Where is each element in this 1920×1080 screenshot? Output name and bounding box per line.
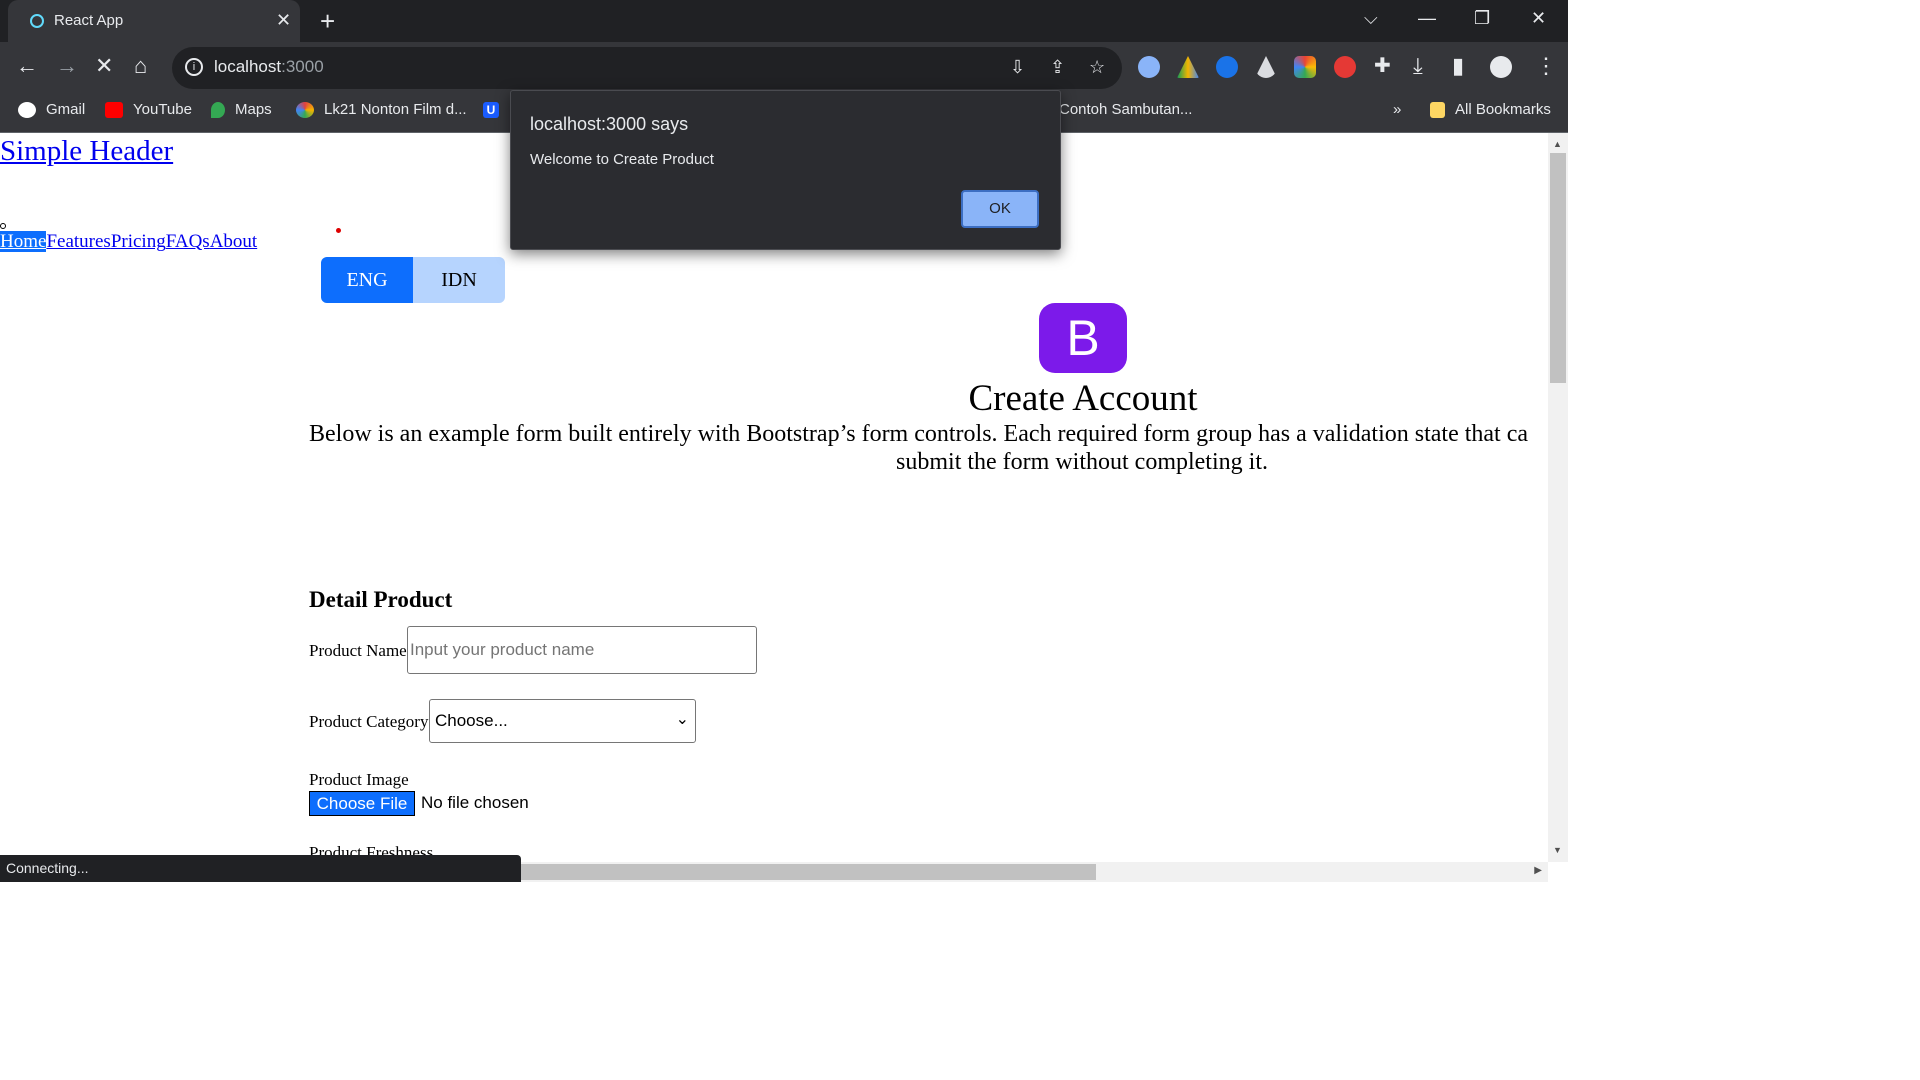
new-tab-icon[interactable]: + xyxy=(320,6,335,37)
folder-icon xyxy=(1430,102,1445,119)
browser-toolbar: ← → ✕ ⌂ i localhost:3000 ⇩ ⇪ ☆ ✚ ⤓ ▮ ⋮ xyxy=(0,42,1568,92)
product-image-label: Product Image xyxy=(309,770,409,789)
lead-line-2: submit the form without completing it. xyxy=(896,449,1268,475)
mountain-extension-icon[interactable] xyxy=(1255,56,1277,78)
side-panel-icon[interactable]: ▮ xyxy=(1452,55,1464,77)
nav-home[interactable]: Home xyxy=(0,231,47,252)
scroll-right-icon[interactable]: ▶ xyxy=(1534,865,1542,876)
url-text: localhost:3000 xyxy=(214,57,324,77)
tab-strip: React App ✕ + ⌵ — ❐ ✕ xyxy=(0,0,1568,42)
product-category-select[interactable]: Choose... ⌄ xyxy=(429,699,696,743)
section-title: Detail Product xyxy=(309,587,453,612)
bookmarks-overflow-icon[interactable]: » xyxy=(1393,101,1401,118)
alert-dialog: localhost:3000 says Welcome to Create Pr… xyxy=(510,90,1061,250)
lang-eng-button[interactable]: ENG xyxy=(321,257,413,303)
bookmark-label: Lk21 Nonton Film d... xyxy=(324,101,467,118)
bookmark-u[interactable]: U xyxy=(483,101,509,119)
maps-icon xyxy=(211,102,225,119)
no-file-text: No file chosen xyxy=(421,793,529,812)
select-value: Choose... xyxy=(435,711,508,730)
bookmark-gmail[interactable]: Gmail xyxy=(18,101,86,119)
stop-loading-icon[interactable]: ✕ xyxy=(95,55,113,77)
lang-idn-button[interactable]: IDN xyxy=(413,257,505,303)
tab-title: React App xyxy=(54,12,124,29)
vertical-scroll-thumb[interactable] xyxy=(1550,153,1566,383)
tab-react-app[interactable]: React App ✕ xyxy=(8,0,300,42)
close-tab-icon[interactable]: ✕ xyxy=(276,10,291,31)
tab-search-icon[interactable]: ⌵ xyxy=(1364,8,1378,29)
product-name-input[interactable]: Input your product name xyxy=(407,626,757,674)
bookmark-lk21[interactable]: Lk21 Nonton Film d... xyxy=(296,101,467,119)
minimize-icon[interactable]: — xyxy=(1418,8,1436,29)
dialog-ok-button[interactable]: OK xyxy=(961,190,1039,228)
scroll-up-icon[interactable]: ▲ xyxy=(1553,139,1562,149)
red-dot xyxy=(336,228,341,233)
menu-kebab-icon[interactable]: ⋮ xyxy=(1535,55,1557,77)
language-toggle: ENG IDN xyxy=(321,257,505,303)
profile-avatar-icon[interactable] xyxy=(1490,56,1512,78)
bookmark-label: Maps xyxy=(235,101,272,118)
back-icon[interactable]: ← xyxy=(16,55,38,77)
forward-icon[interactable]: → xyxy=(56,55,78,77)
youtube-icon xyxy=(105,102,123,119)
url-port: :3000 xyxy=(281,57,324,76)
horizontal-scroll-thumb[interactable] xyxy=(520,864,1096,880)
dialog-message: Welcome to Create Product xyxy=(530,151,714,168)
scroll-down-icon[interactable]: ▼ xyxy=(1553,845,1562,855)
google-icon xyxy=(18,102,36,119)
header-title-link[interactable]: Simple Header xyxy=(0,135,173,168)
drive-extension-icon[interactable] xyxy=(1177,56,1199,78)
status-bar: Connecting... xyxy=(0,855,521,882)
install-app-icon[interactable]: ⇩ xyxy=(1010,57,1025,78)
bookmark-label: Contoh Sambutan... xyxy=(1059,101,1193,118)
url-host: localhost xyxy=(214,57,282,76)
close-window-icon[interactable]: ✕ xyxy=(1531,8,1546,29)
extensions-puzzle-icon[interactable]: ✚ xyxy=(1374,55,1391,77)
bookmark-star-icon[interactable]: ☆ xyxy=(1089,57,1105,78)
page-heading: Create Account xyxy=(968,378,1198,419)
product-category-label: Product Category xyxy=(309,712,429,731)
bookmark-youtube[interactable]: YouTube xyxy=(105,101,192,119)
dialog-title: localhost:3000 says xyxy=(530,114,689,134)
bookmark-contoh[interactable]: Contoh Sambutan... xyxy=(1059,101,1192,118)
react-favicon-icon xyxy=(30,14,44,28)
u-icon: U xyxy=(483,102,499,119)
restore-icon[interactable]: ❐ xyxy=(1474,8,1490,29)
nav-about[interactable]: About xyxy=(210,231,258,252)
nav-features[interactable]: Features xyxy=(46,231,110,252)
product-name-label: Product Name xyxy=(309,641,407,660)
bookmark-label: Gmail xyxy=(46,101,86,118)
all-bookmarks[interactable]: All Bookmarks xyxy=(1430,101,1551,119)
share-icon[interactable]: ⇪ xyxy=(1050,57,1065,78)
color-extension-icon[interactable] xyxy=(1294,56,1316,78)
bookmark-label: YouTube xyxy=(133,101,192,118)
all-bookmarks-label: All Bookmarks xyxy=(1455,101,1551,118)
home-icon[interactable]: ⌂ xyxy=(134,55,147,77)
address-bar[interactable]: i localhost:3000 ⇩ ⇪ ☆ xyxy=(172,47,1122,89)
chevron-down-icon: ⌄ xyxy=(675,711,689,728)
lead-text: Below is an example form built entirely … xyxy=(309,420,1548,476)
nav-menu: HomeFeaturesPricingFAQsAbout xyxy=(0,231,257,253)
adblock-extension-icon[interactable] xyxy=(1334,56,1356,78)
shazam-extension-icon[interactable] xyxy=(1216,56,1238,78)
vertical-scrollbar[interactable]: ▲ ▼ xyxy=(1548,133,1568,862)
lens-extension-icon[interactable] xyxy=(1138,56,1160,78)
pinwheel-icon xyxy=(296,102,314,119)
choose-file-button[interactable]: Choose File xyxy=(309,791,415,816)
site-info-icon[interactable]: i xyxy=(185,58,203,76)
nav-faqs[interactable]: FAQs xyxy=(166,231,210,252)
list-bullet xyxy=(0,223,6,229)
nav-pricing[interactable]: Pricing xyxy=(111,231,166,252)
downloads-icon[interactable]: ⤓ xyxy=(1413,55,1423,77)
bookmark-maps[interactable]: Maps xyxy=(211,101,272,119)
bootstrap-logo-icon: B xyxy=(1039,303,1127,373)
lead-line-1: Below is an example form built entirely … xyxy=(309,421,1529,447)
